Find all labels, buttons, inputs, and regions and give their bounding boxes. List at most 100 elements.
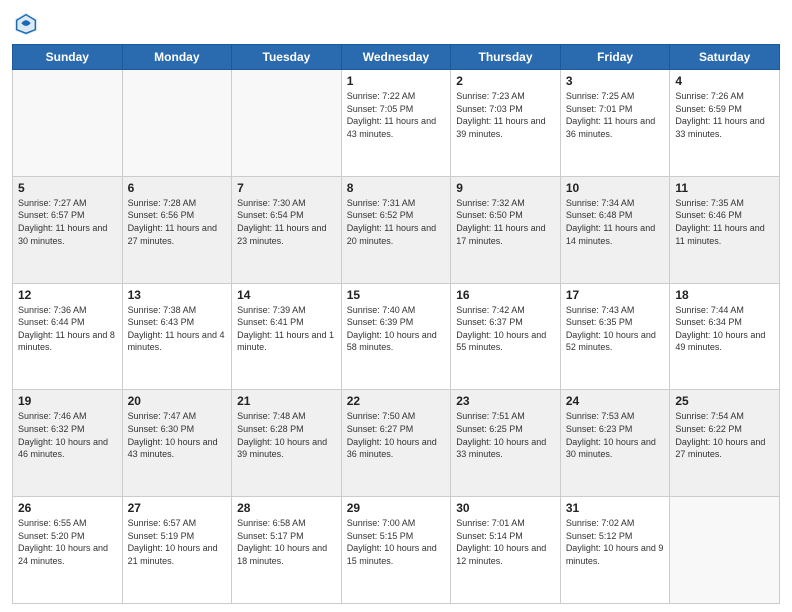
day-info: Sunrise: 7:54 AM Sunset: 6:22 PM Dayligh… [675,410,774,460]
calendar-cell: 31Sunrise: 7:02 AM Sunset: 5:12 PM Dayli… [560,497,670,604]
calendar-cell: 24Sunrise: 7:53 AM Sunset: 6:23 PM Dayli… [560,390,670,497]
day-number: 21 [237,394,336,408]
day-header-friday: Friday [560,45,670,70]
day-info: Sunrise: 7:27 AM Sunset: 6:57 PM Dayligh… [18,197,117,247]
day-number: 16 [456,288,555,302]
calendar-cell: 7 Sunrise: 7:30 AM Sunset: 6:54 PM Daylig… [232,176,342,283]
day-info: Sunrise: 7:00 AM Sunset: 5:15 PM Dayligh… [347,517,446,567]
day-info: Sunrise: 7:46 AM Sunset: 6:32 PM Dayligh… [18,410,117,460]
calendar-week-row: 26Sunrise: 6:55 AM Sunset: 5:20 PM Dayli… [13,497,780,604]
calendar-week-row: 5Sunrise: 7:27 AM Sunset: 6:57 PM Daylig… [13,176,780,283]
header [12,10,780,38]
calendar-cell: 30 Sunrise: 7:01 AM Sunset: 5:14 PM Dayli… [451,497,561,604]
calendar-cell: 2 Sunrise: 7:23 AM Sunset: 7:03 PM Daylig… [451,70,561,177]
calendar-cell: 26Sunrise: 6:55 AM Sunset: 5:20 PM Dayli… [13,497,123,604]
calendar-cell [232,70,342,177]
calendar-week-row: 12 Sunrise: 7:36 AM Sunset: 6:44 PM Dayli… [13,283,780,390]
calendar-week-row: 19 Sunrise: 7:46 AM Sunset: 6:32 PM Dayli… [13,390,780,497]
day-info: Sunrise: 7:44 AM Sunset: 6:34 PM Dayligh… [675,304,774,354]
calendar-cell: 25Sunrise: 7:54 AM Sunset: 6:22 PM Dayli… [670,390,780,497]
page: SundayMondayTuesdayWednesdayThursdayFrid… [0,0,792,612]
calendar-cell: 4Sunrise: 7:26 AM Sunset: 6:59 PM Daylig… [670,70,780,177]
day-number: 27 [128,501,227,515]
calendar-cell: 8 Sunrise: 7:31 AM Sunset: 6:52 PM Daylig… [341,176,451,283]
day-number: 13 [128,288,227,302]
day-info: Sunrise: 7:47 AM Sunset: 6:30 PM Dayligh… [128,410,227,460]
calendar-cell: 14Sunrise: 7:39 AM Sunset: 6:41 PM Dayli… [232,283,342,390]
day-info: Sunrise: 7:39 AM Sunset: 6:41 PM Dayligh… [237,304,336,354]
calendar-week-row: 1 Sunrise: 7:22 AM Sunset: 7:05 PM Daylig… [13,70,780,177]
day-info: Sunrise: 7:32 AM Sunset: 6:50 PM Dayligh… [456,197,555,247]
calendar-cell: 5Sunrise: 7:27 AM Sunset: 6:57 PM Daylig… [13,176,123,283]
day-info: Sunrise: 7:38 AM Sunset: 6:43 PM Dayligh… [128,304,227,354]
day-number: 3 [566,74,665,88]
day-number: 2 [456,74,555,88]
day-info: Sunrise: 6:55 AM Sunset: 5:20 PM Dayligh… [18,517,117,567]
day-number: 6 [128,181,227,195]
day-number: 31 [566,501,665,515]
calendar-cell: 15 Sunrise: 7:40 AM Sunset: 6:39 PM Dayli… [341,283,451,390]
day-info: Sunrise: 7:23 AM Sunset: 7:03 PM Dayligh… [456,90,555,140]
day-number: 24 [566,394,665,408]
calendar-cell: 29 Sunrise: 7:00 AM Sunset: 5:15 PM Dayli… [341,497,451,604]
calendar-header-row: SundayMondayTuesdayWednesdayThursdayFrid… [13,45,780,70]
day-header-thursday: Thursday [451,45,561,70]
day-info: Sunrise: 7:34 AM Sunset: 6:48 PM Dayligh… [566,197,665,247]
day-number: 9 [456,181,555,195]
day-number: 29 [347,501,446,515]
calendar-cell: 20 Sunrise: 7:47 AM Sunset: 6:30 PM Dayli… [122,390,232,497]
day-info: Sunrise: 7:22 AM Sunset: 7:05 PM Dayligh… [347,90,446,140]
calendar-cell: 13 Sunrise: 7:38 AM Sunset: 6:43 PM Dayli… [122,283,232,390]
calendar-cell: 3 Sunrise: 7:25 AM Sunset: 7:01 PM Daylig… [560,70,670,177]
day-number: 8 [347,181,446,195]
day-info: Sunrise: 7:43 AM Sunset: 6:35 PM Dayligh… [566,304,665,354]
calendar-cell: 23 Sunrise: 7:51 AM Sunset: 6:25 PM Dayli… [451,390,561,497]
calendar-cell [670,497,780,604]
day-info: Sunrise: 6:58 AM Sunset: 5:17 PM Dayligh… [237,517,336,567]
day-info: Sunrise: 7:25 AM Sunset: 7:01 PM Dayligh… [566,90,665,140]
day-number: 4 [675,74,774,88]
calendar-cell: 9 Sunrise: 7:32 AM Sunset: 6:50 PM Daylig… [451,176,561,283]
day-info: Sunrise: 7:35 AM Sunset: 6:46 PM Dayligh… [675,197,774,247]
calendar-cell: 12 Sunrise: 7:36 AM Sunset: 6:44 PM Dayli… [13,283,123,390]
day-number: 30 [456,501,555,515]
calendar-table: SundayMondayTuesdayWednesdayThursdayFrid… [12,44,780,604]
logo [12,10,44,38]
day-number: 1 [347,74,446,88]
day-header-tuesday: Tuesday [232,45,342,70]
calendar-cell: 21 Sunrise: 7:48 AM Sunset: 6:28 PM Dayli… [232,390,342,497]
calendar-cell: 22Sunrise: 7:50 AM Sunset: 6:27 PM Dayli… [341,390,451,497]
calendar-cell: 19 Sunrise: 7:46 AM Sunset: 6:32 PM Dayli… [13,390,123,497]
day-info: Sunrise: 7:01 AM Sunset: 5:14 PM Dayligh… [456,517,555,567]
day-header-sunday: Sunday [13,45,123,70]
day-number: 19 [18,394,117,408]
day-info: Sunrise: 7:51 AM Sunset: 6:25 PM Dayligh… [456,410,555,460]
calendar-cell [13,70,123,177]
day-number: 23 [456,394,555,408]
calendar-cell: 17 Sunrise: 7:43 AM Sunset: 6:35 PM Dayli… [560,283,670,390]
day-number: 12 [18,288,117,302]
day-info: Sunrise: 7:31 AM Sunset: 6:52 PM Dayligh… [347,197,446,247]
day-info: Sunrise: 7:30 AM Sunset: 6:54 PM Dayligh… [237,197,336,247]
calendar-cell: 28 Sunrise: 6:58 AM Sunset: 5:17 PM Dayli… [232,497,342,604]
day-info: Sunrise: 6:57 AM Sunset: 5:19 PM Dayligh… [128,517,227,567]
logo-icon [12,10,40,38]
day-number: 10 [566,181,665,195]
day-number: 28 [237,501,336,515]
day-info: Sunrise: 7:40 AM Sunset: 6:39 PM Dayligh… [347,304,446,354]
day-number: 15 [347,288,446,302]
calendar-cell: 1 Sunrise: 7:22 AM Sunset: 7:05 PM Daylig… [341,70,451,177]
day-header-wednesday: Wednesday [341,45,451,70]
day-info: Sunrise: 7:36 AM Sunset: 6:44 PM Dayligh… [18,304,117,354]
day-number: 7 [237,181,336,195]
day-number: 18 [675,288,774,302]
day-number: 17 [566,288,665,302]
day-info: Sunrise: 7:48 AM Sunset: 6:28 PM Dayligh… [237,410,336,460]
day-number: 20 [128,394,227,408]
day-header-monday: Monday [122,45,232,70]
day-info: Sunrise: 7:28 AM Sunset: 6:56 PM Dayligh… [128,197,227,247]
calendar-cell: 6 Sunrise: 7:28 AM Sunset: 6:56 PM Daylig… [122,176,232,283]
day-header-saturday: Saturday [670,45,780,70]
day-number: 22 [347,394,446,408]
calendar-cell [122,70,232,177]
